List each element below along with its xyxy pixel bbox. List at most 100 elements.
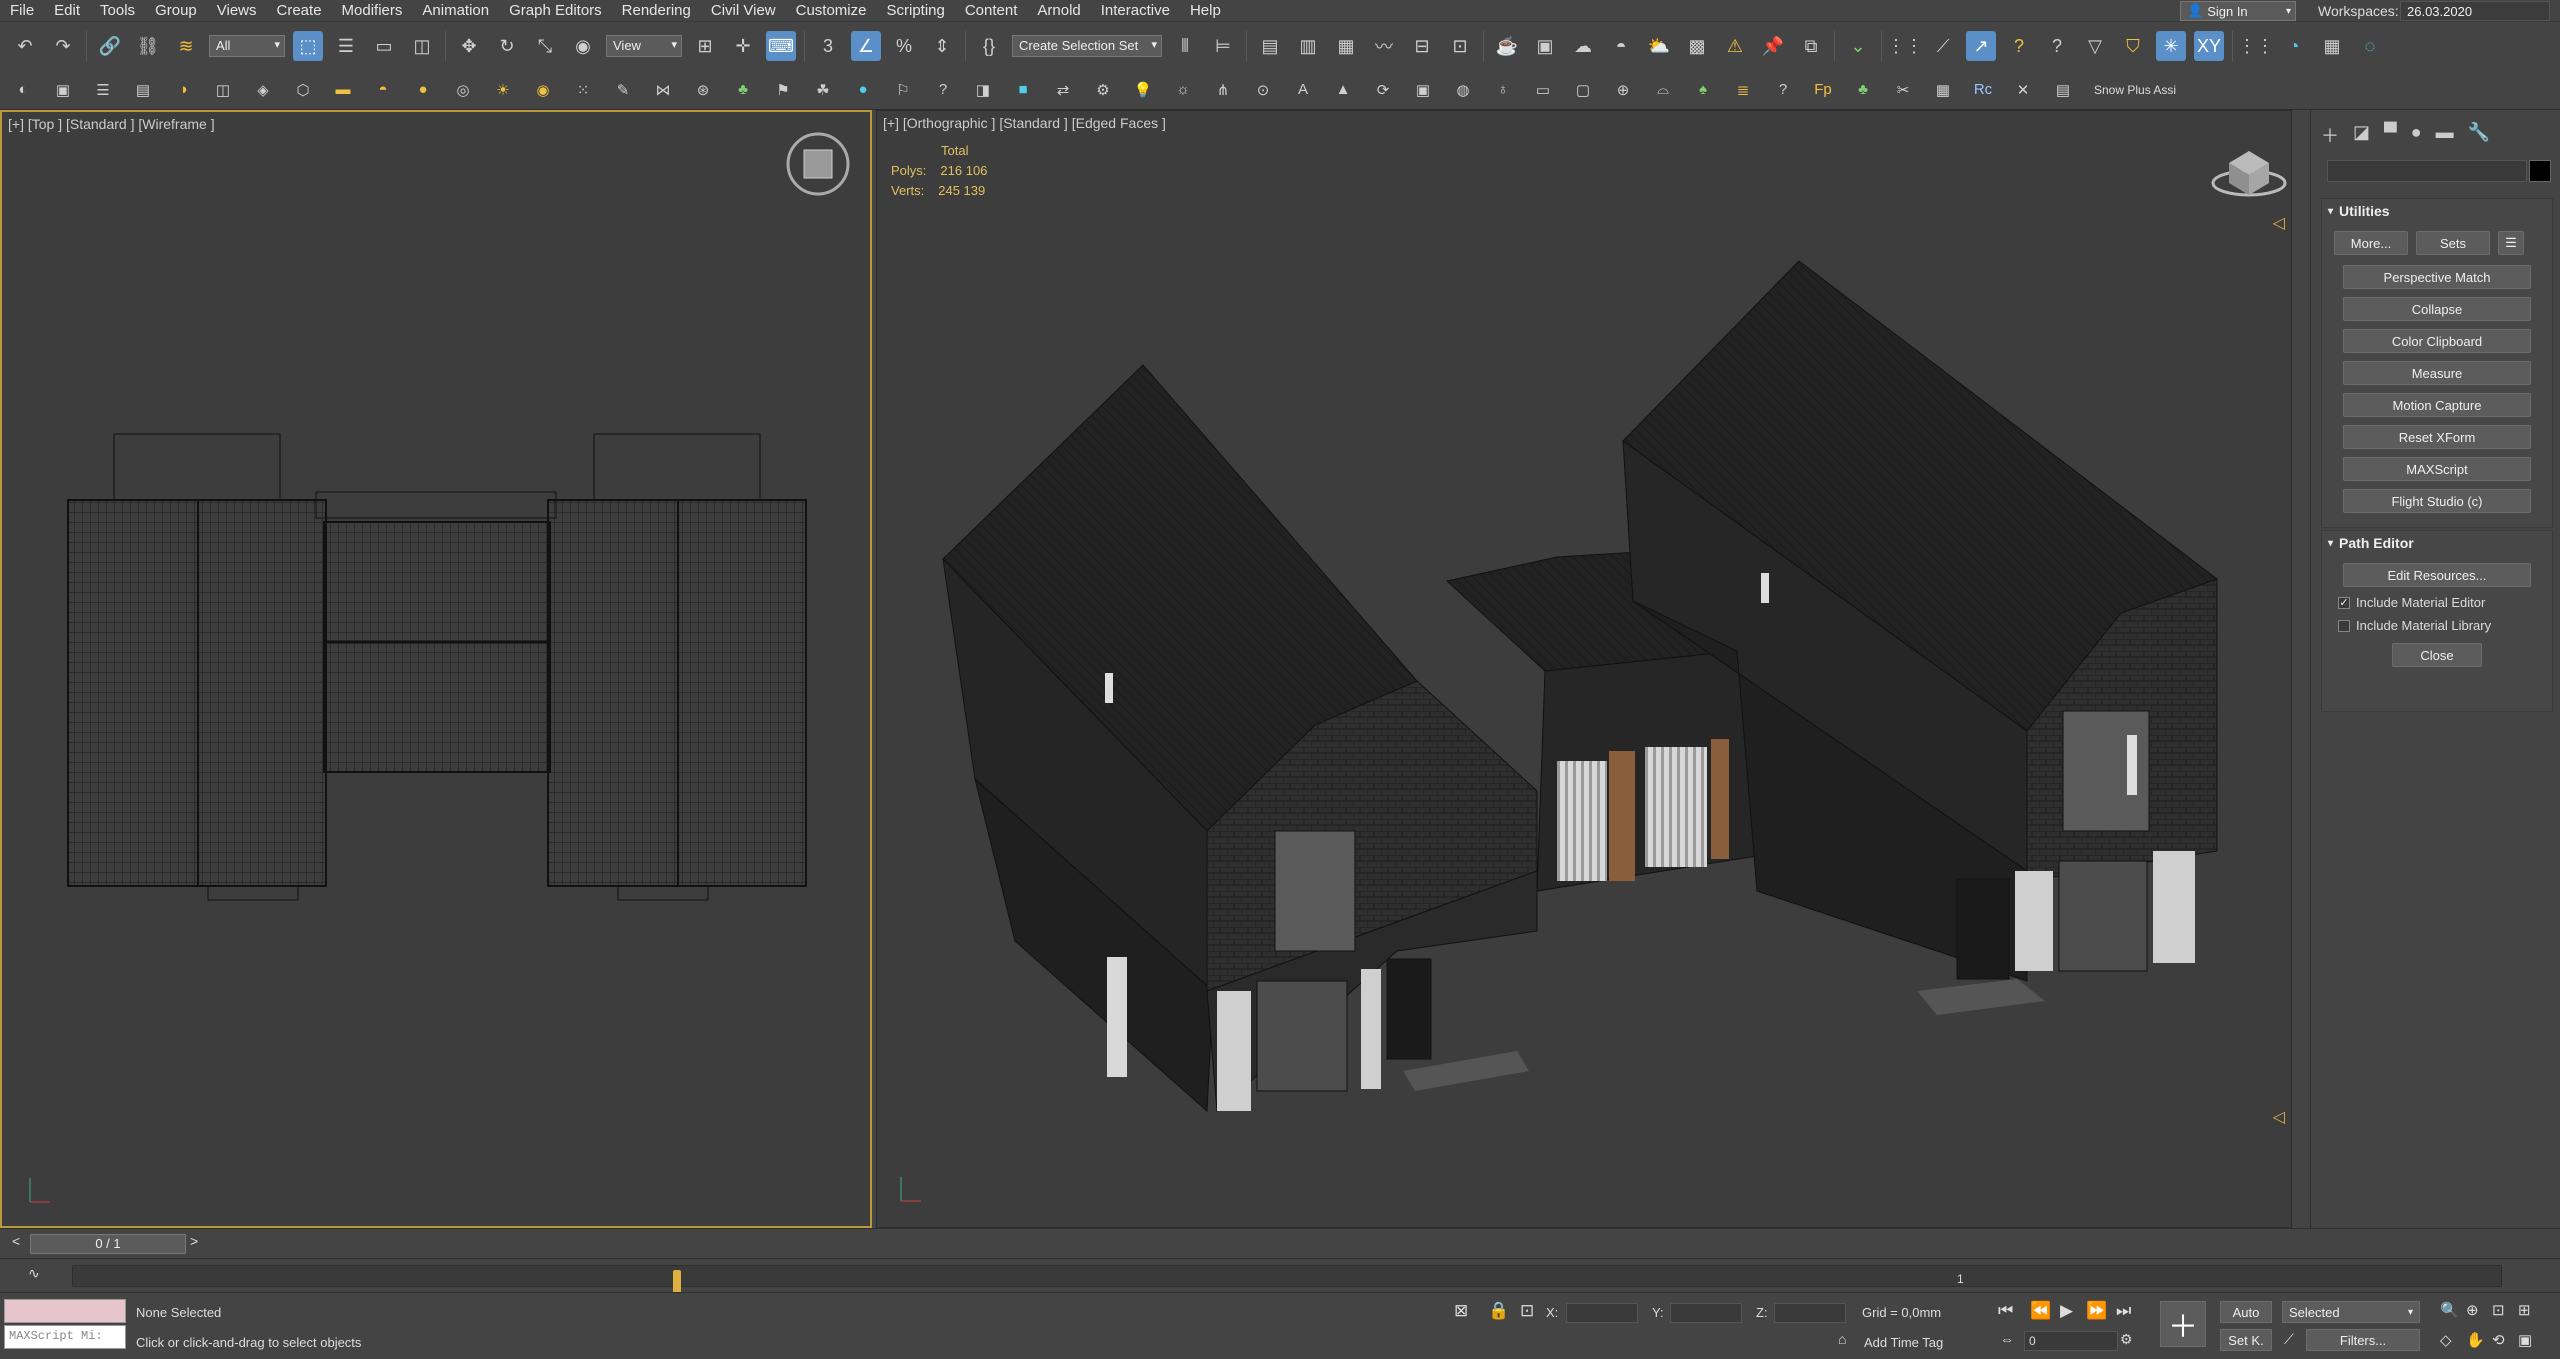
text-icon[interactable]: A <box>1290 77 1316 103</box>
ffd-icon[interactable]: ⬡ <box>290 77 316 103</box>
menu-item-help[interactable]: Help <box>1180 2 1231 19</box>
percent-snap-icon[interactable]: % <box>889 31 919 61</box>
fur-icon[interactable]: ⋔ <box>1210 77 1236 103</box>
select-object-icon[interactable]: ⬚ <box>293 31 323 61</box>
menu-item-modifiers[interactable]: Modifiers <box>332 2 413 19</box>
maxscript-listener-output[interactable] <box>4 1299 126 1323</box>
menu-item-interactive[interactable]: Interactive <box>1091 2 1180 19</box>
link-icon[interactable]: 🔗 <box>95 31 125 61</box>
vray-mtl-icon[interactable]: ⊙ <box>1250 77 1276 103</box>
camera-icon[interactable]: ◫ <box>210 77 236 103</box>
toggle-ribbon-icon[interactable]: ▥ <box>1293 31 1323 61</box>
cloth-icon[interactable]: ⚑ <box>770 77 796 103</box>
plugin-icon[interactable]: ⧉ <box>1796 31 1826 61</box>
reference-coordinate-dropdown[interactable]: View <box>606 35 682 57</box>
menu-item-file[interactable]: File <box>0 2 44 19</box>
more-button[interactable]: More... <box>2334 231 2408 255</box>
railclone-icon[interactable]: Fp <box>1810 77 1836 103</box>
list-icon[interactable]: ☰ <box>90 77 116 103</box>
menu-item-rendering[interactable]: Rendering <box>612 2 701 19</box>
rectangular-selection-icon[interactable]: ▭ <box>369 31 399 61</box>
bind-space-warp-icon[interactable]: ≋ <box>171 31 201 61</box>
warning-icon[interactable]: ⚠ <box>1720 31 1750 61</box>
cube-icon[interactable]: ■ <box>1010 77 1036 103</box>
x-coord-field[interactable] <box>1566 1303 1638 1323</box>
menu-item-edit[interactable]: Edit <box>44 2 90 19</box>
pin-icon[interactable]: 📌 <box>1758 31 1788 61</box>
create-tab-icon[interactable]: ＋ <box>2321 122 2339 148</box>
forest-icon[interactable]: ♠ <box>1690 77 1716 103</box>
place-icon[interactable]: ◉ <box>568 31 598 61</box>
frame-buffer-icon[interactable]: ▣ <box>1410 77 1436 103</box>
sign-in-button[interactable]: 👤 Sign In ▾ <box>2180 1 2296 21</box>
default-in-out-tangent-icon[interactable]: ⟋ <box>2284 1331 2294 1348</box>
move-icon[interactable]: ✥ <box>454 31 484 61</box>
y-coord-field[interactable] <box>1670 1303 1742 1323</box>
hierarchy-tab-icon[interactable]: ▀ <box>2384 122 2397 148</box>
snap-pivot-icon[interactable]: ⟋ <box>1928 31 1958 61</box>
mirror-icon[interactable]: ⫴ <box>1170 31 1200 61</box>
key-mode-toggle-icon[interactable]: ⇔ <box>2000 1331 2014 1347</box>
rendered-frame-window-icon[interactable]: ▣ <box>1530 31 1560 61</box>
compound-icon[interactable]: ⋈ <box>650 77 676 103</box>
sphere-icon[interactable]: ● <box>410 77 436 103</box>
selection-lock-icon[interactable]: 🔒 <box>1488 1301 1509 1321</box>
go-to-start-icon[interactable]: ⏮ <box>1998 1301 2013 1321</box>
menu-item-animation[interactable]: Animation <box>412 2 499 19</box>
viewcube-icon[interactable] <box>2211 151 2287 197</box>
hair-icon[interactable]: ☘ <box>810 77 836 103</box>
expand-toolbar-icon[interactable]: ⌄ <box>1843 31 1873 61</box>
omni-light-icon[interactable]: ◉ <box>530 77 556 103</box>
curve-editor-mini-icon[interactable]: ∿ <box>28 1265 40 1282</box>
material-map-icon[interactable]: ◨ <box>970 77 996 103</box>
teapot-icon[interactable]: ◔ <box>2279 31 2309 61</box>
crosshair-icon[interactable]: ⊕ <box>1610 77 1636 103</box>
object-name-field[interactable] <box>2327 160 2527 182</box>
tools-icon[interactable]: ✂ <box>1890 77 1916 103</box>
include-material-editor-checkbox[interactable]: ✓ Include Material Editor <box>2338 595 2552 610</box>
previous-frame-icon[interactable]: ⏪ <box>2030 1301 2051 1321</box>
align-icon[interactable]: ⊨ <box>1208 31 1238 61</box>
rc-icon[interactable]: Rc <box>1970 77 1996 103</box>
snow-plus-label[interactable]: Snow Plus Assi <box>2094 83 2176 97</box>
snaps-toggle-icon[interactable]: 3 <box>813 31 843 61</box>
spreadsheet-icon[interactable]: ▤ <box>2050 77 2076 103</box>
snap-vertex-icon[interactable]: ↗ <box>1966 31 1996 61</box>
edit-resources-button[interactable]: Edit Resources... <box>2343 563 2531 587</box>
array-tool-icon[interactable]: ◈ <box>250 77 276 103</box>
array-icon[interactable]: ⋮⋮ <box>2238 31 2274 61</box>
utilities-rollout-header[interactable]: ▾ Utilities <box>2322 199 2552 223</box>
viewport-orthographic[interactable]: [+] [Orthographic ] [Standard ] [Edged F… <box>876 110 2292 1228</box>
schematic-view-icon[interactable]: ⊡ <box>1445 31 1475 61</box>
keyboard-shortcut-override-icon[interactable]: ⌨ <box>766 31 796 61</box>
close-button[interactable]: Close <box>2392 643 2482 667</box>
menu-item-customize[interactable]: Customize <box>786 2 877 19</box>
refresh-icon[interactable]: ⟳ <box>1370 77 1396 103</box>
scale-icon[interactable]: ⤡ <box>530 31 560 61</box>
helper-icon[interactable]: ◌ <box>2355 31 2385 61</box>
configure-sets-icon[interactable]: ☰ <box>2498 231 2524 255</box>
sphere-material-icon[interactable]: ◍ <box>1450 77 1476 103</box>
tree-icon[interactable]: ♣ <box>1850 77 1876 103</box>
auto-key-button[interactable]: Auto <box>2220 1301 2272 1323</box>
render-in-cloud-icon[interactable]: ⛅ <box>1644 31 1674 61</box>
snap-edge-icon[interactable]: ? <box>2004 31 2034 61</box>
menu-item-views[interactable]: Views <box>207 2 267 19</box>
select-by-name-icon[interactable]: ☰ <box>331 31 361 61</box>
utility-button-maxscript[interactable]: MAXScript <box>2343 457 2531 481</box>
maxscript-mini-listener[interactable]: MAXScript Mi: <box>4 1325 126 1349</box>
path-editor-rollout-header[interactable]: ▾ Path Editor <box>2322 531 2552 555</box>
field-of-view-icon[interactable]: ◇ <box>2440 1331 2452 1349</box>
utility-button-measure[interactable]: Measure <box>2343 361 2531 385</box>
utility-button-reset-xform[interactable]: Reset XForm <box>2343 425 2531 449</box>
selection-filter-dropdown[interactable]: All <box>209 35 285 57</box>
maximize-viewport-icon[interactable]: ▣ <box>2518 1331 2532 1349</box>
viewport-layout-icon[interactable]: ▭ <box>1530 77 1556 103</box>
wrench-icon[interactable]: ✕ <box>2010 77 2036 103</box>
curve-editor-icon[interactable]: 〰 <box>1369 31 1399 61</box>
set-key-big-icon[interactable]: ＋ <box>2160 1301 2206 1347</box>
edit-named-selection-icon[interactable]: {} <box>974 31 1004 61</box>
render-iterative-icon[interactable]: ◓ <box>1606 31 1636 61</box>
zoom-extents-all-icon[interactable]: ⊞ <box>2518 1301 2531 1319</box>
notes-icon[interactable]: ≣ <box>1730 77 1756 103</box>
